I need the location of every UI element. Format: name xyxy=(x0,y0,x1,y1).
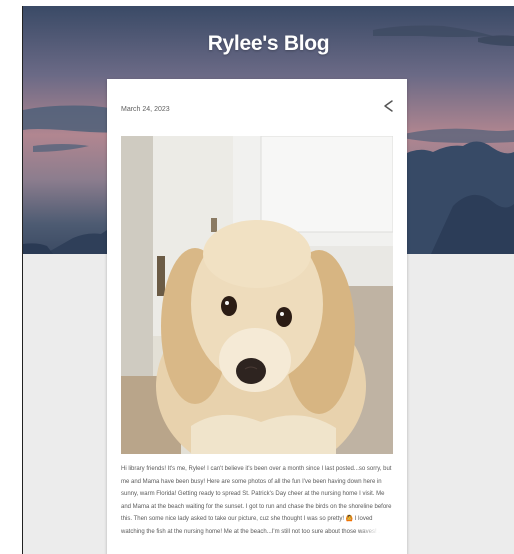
share-icon[interactable] xyxy=(381,99,395,113)
page-frame: Rylee's Blog March 24, 2023 Hi library f… xyxy=(22,6,514,554)
post-excerpt[interactable]: Hi library friends! It's me, Rylee! I ca… xyxy=(121,463,395,538)
post-card[interactable]: March 24, 2023 Hi library friends! It's … xyxy=(107,79,407,554)
post-date: March 24, 2023 xyxy=(121,106,170,113)
post-photo[interactable] xyxy=(121,136,393,454)
post-excerpt-text: Hi library friends! It's me, Rylee! I ca… xyxy=(121,466,392,535)
excerpt-fade xyxy=(359,525,395,538)
golden-retriever-photo xyxy=(121,136,393,454)
blog-title[interactable]: Rylee's Blog xyxy=(23,32,514,56)
